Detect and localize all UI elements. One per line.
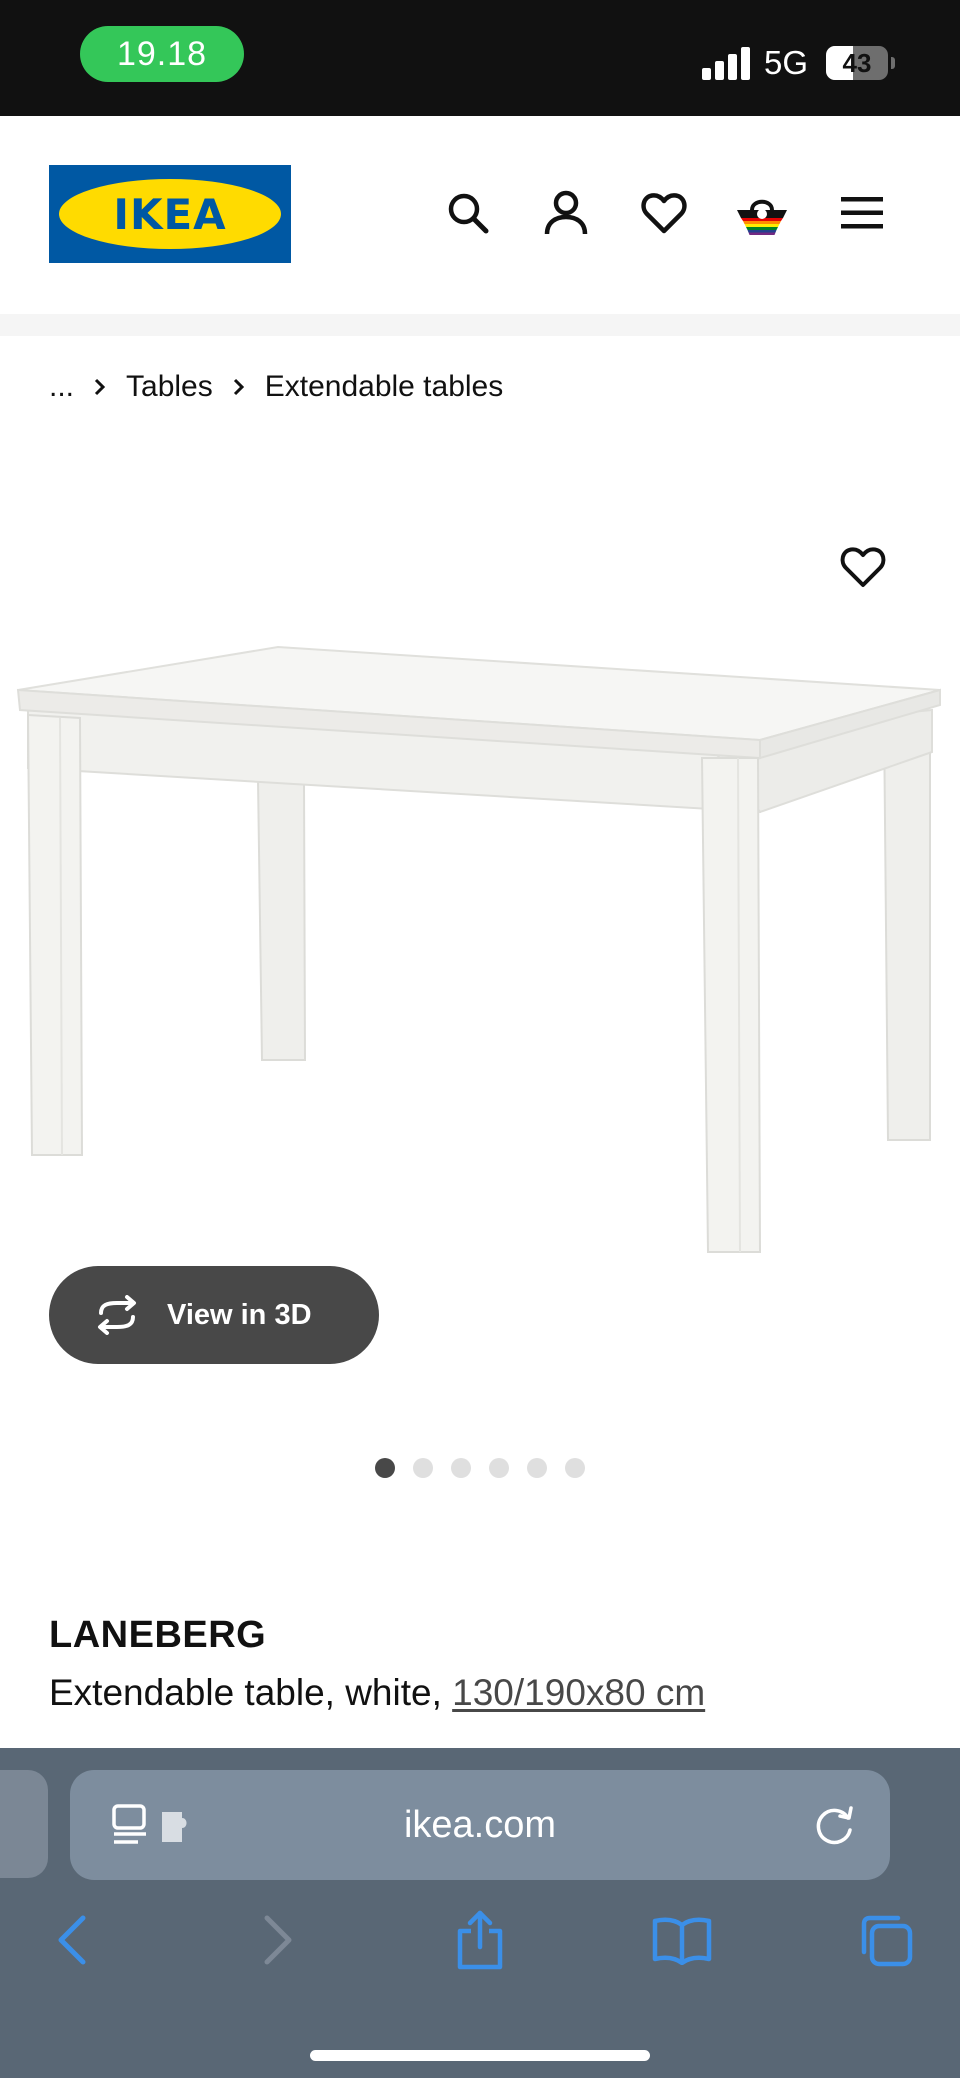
breadcrumb-item-tables[interactable]: Tables bbox=[126, 370, 213, 404]
bookmarks-icon[interactable] bbox=[650, 1908, 714, 1972]
gallery-dot[interactable] bbox=[489, 1458, 509, 1478]
previous-tab-peek[interactable] bbox=[0, 1770, 48, 1878]
heart-icon bbox=[840, 547, 886, 587]
reload-icon[interactable] bbox=[812, 1802, 858, 1848]
network-type: 5G bbox=[764, 44, 809, 81]
battery-percent: 43 bbox=[842, 47, 872, 78]
product-dimensions-link[interactable]: 130/190x80 cm bbox=[452, 1672, 705, 1713]
battery-cap bbox=[891, 57, 895, 69]
menu-icon[interactable] bbox=[830, 181, 894, 245]
product-image bbox=[16, 645, 941, 1253]
product-name: LANEBERG bbox=[49, 1614, 267, 1656]
battery-icon: 43 bbox=[826, 46, 888, 80]
gallery-dot[interactable] bbox=[413, 1458, 433, 1478]
product-image-gallery[interactable] bbox=[0, 500, 960, 1310]
ikea-logo[interactable]: IKEA bbox=[49, 165, 291, 263]
product-description: Extendable table, white, 130/190x80 cm bbox=[49, 1672, 705, 1714]
share-icon[interactable] bbox=[448, 1908, 512, 1972]
gallery-dot[interactable] bbox=[565, 1458, 585, 1478]
logo-text: IKEA bbox=[59, 179, 281, 249]
basket-icon[interactable] bbox=[730, 181, 794, 245]
breadcrumb-ellipsis[interactable]: ... bbox=[49, 370, 74, 404]
browser-toolbar: ikea.com bbox=[0, 1748, 960, 2078]
forward-icon[interactable] bbox=[246, 1908, 310, 1972]
site-header: IKEA bbox=[0, 116, 960, 314]
gallery-dot[interactable] bbox=[527, 1458, 547, 1478]
favourites-icon[interactable] bbox=[632, 181, 696, 245]
gallery-dot[interactable] bbox=[451, 1458, 471, 1478]
view-in-3d-button[interactable]: View in 3D bbox=[49, 1266, 379, 1364]
gallery-dot[interactable] bbox=[375, 1458, 395, 1478]
status-time[interactable]: 19.18 bbox=[80, 26, 244, 82]
chevron-right-icon bbox=[94, 378, 106, 396]
product-type: Extendable table, white, bbox=[49, 1672, 442, 1713]
save-to-favourites-button[interactable] bbox=[832, 536, 894, 598]
tabs-icon[interactable] bbox=[854, 1908, 918, 1972]
rotate-3d-icon bbox=[91, 1295, 143, 1335]
address-bar[interactable]: ikea.com bbox=[70, 1770, 890, 1880]
search-icon[interactable] bbox=[436, 181, 500, 245]
gallery-pagination[interactable] bbox=[0, 1458, 960, 1478]
status-bar: 19.18 5G 43 bbox=[0, 0, 960, 116]
home-indicator[interactable] bbox=[310, 2050, 650, 2061]
back-icon[interactable] bbox=[40, 1908, 104, 1972]
url-text: ikea.com bbox=[403, 1803, 557, 1846]
account-icon[interactable] bbox=[534, 181, 598, 245]
view-in-3d-label: View in 3D bbox=[167, 1298, 312, 1331]
chevron-right-icon bbox=[233, 378, 245, 396]
breadcrumb: ... Tables Extendable tables bbox=[49, 365, 503, 409]
signal-icon bbox=[702, 46, 752, 80]
breadcrumb-item-extendable-tables[interactable]: Extendable tables bbox=[265, 370, 504, 404]
header-divider bbox=[0, 314, 960, 336]
